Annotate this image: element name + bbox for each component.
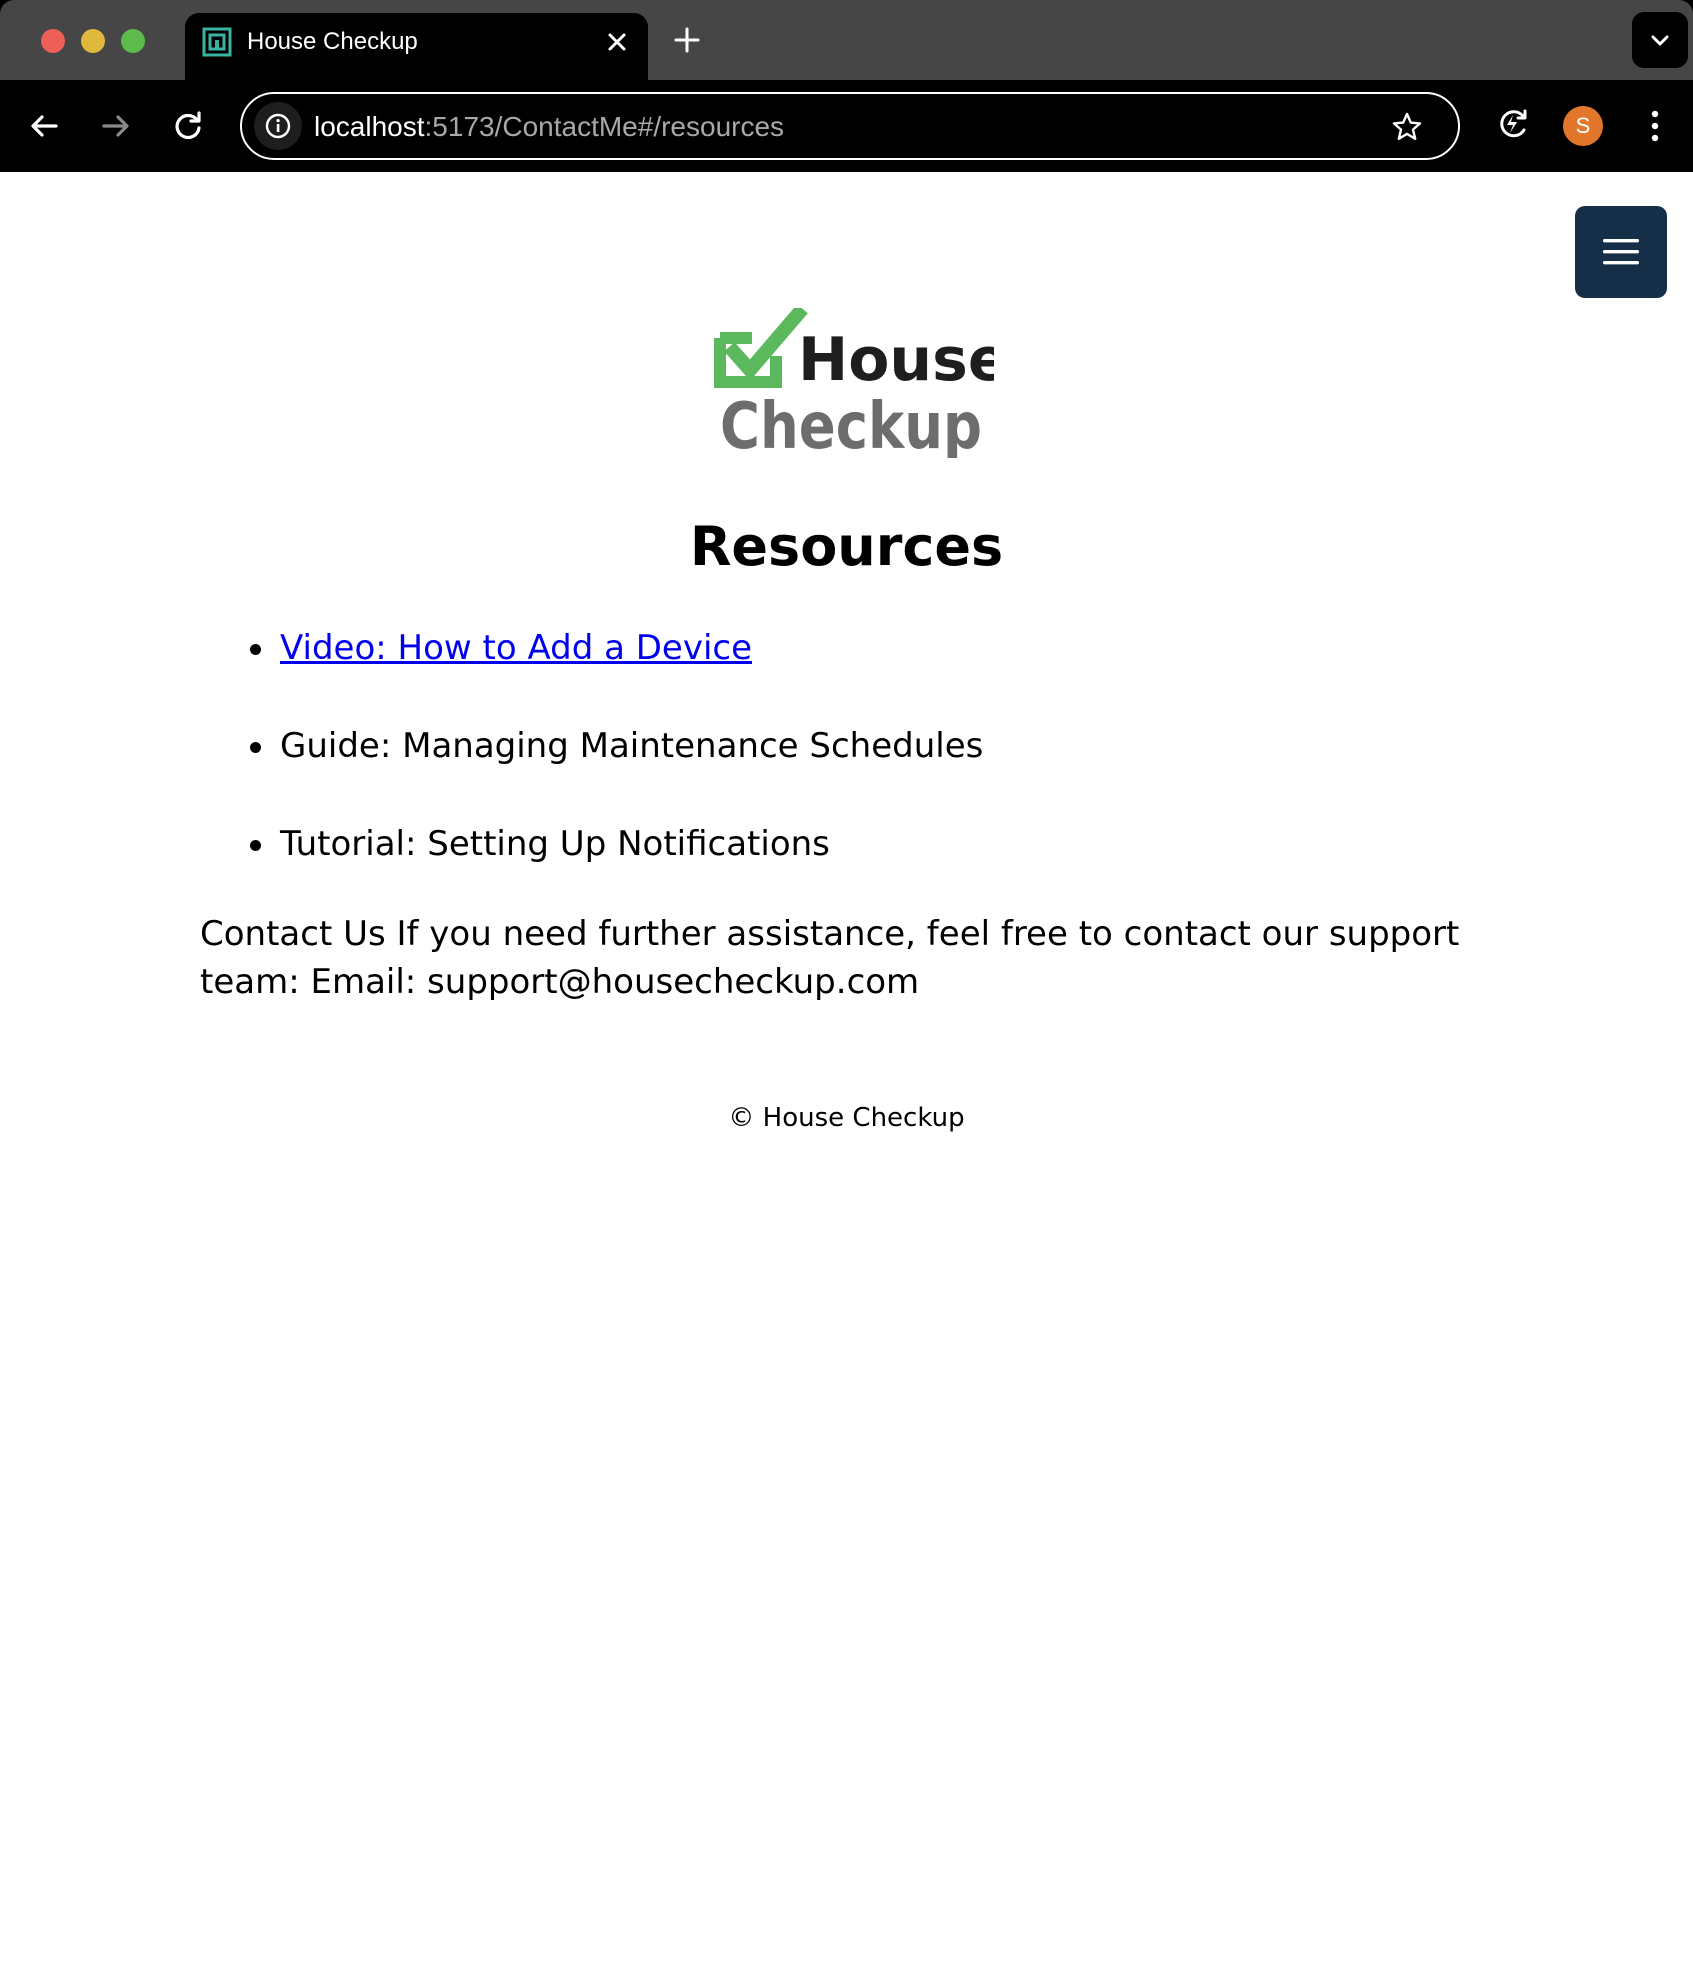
page-content: House Checkup Resources Video: How to Ad…	[0, 172, 1693, 1963]
bullet-icon	[250, 644, 261, 655]
resources-list: Video: How to Add a Device Guide: Managi…	[200, 624, 983, 918]
minimize-window-button[interactable]	[81, 29, 105, 53]
chevron-down-icon	[1651, 35, 1669, 46]
star-icon[interactable]	[1390, 110, 1424, 144]
list-item: Video: How to Add a Device	[200, 624, 983, 722]
back-arrow-icon[interactable]	[22, 104, 66, 148]
forward-arrow-icon[interactable]	[94, 104, 138, 148]
plus-icon[interactable]	[668, 21, 706, 59]
browser-toolbar: localhost:5173/ContactMe#/resources S	[0, 80, 1693, 172]
list-item: Tutorial: Setting Up Notifications	[200, 820, 983, 918]
logo-house-text: House	[798, 325, 994, 395]
list-item: Guide: Managing Maintenance Schedules	[200, 722, 983, 820]
contact-paragraph: Contact Us If you need further assistanc…	[200, 914, 1460, 1002]
browser-tab[interactable]: House Checkup	[185, 13, 648, 80]
url-host: localhost	[314, 111, 425, 142]
resource-item-guide: Guide: Managing Maintenance Schedules	[280, 726, 984, 766]
house-checkup-logo: House Checkup	[714, 308, 994, 458]
info-icon	[265, 113, 291, 139]
footer-copyright: © House Checkup	[728, 1103, 965, 1133]
maximize-window-button[interactable]	[121, 29, 145, 53]
reload-icon[interactable]	[166, 104, 210, 148]
close-icon[interactable]	[600, 25, 634, 59]
resource-item-tutorial: Tutorial: Setting Up Notifications	[280, 824, 830, 864]
tab-search-button[interactable]	[1632, 12, 1688, 68]
house-checkup-favicon	[202, 27, 232, 57]
menu-button[interactable]	[1575, 206, 1667, 298]
resource-link-video[interactable]: Video: How to Add a Device	[280, 628, 752, 668]
site-info-button[interactable]	[254, 102, 302, 150]
logo-checkup-text: Checkup	[720, 390, 982, 458]
address-bar[interactable]: localhost:5173/ContactMe#/resources	[240, 92, 1460, 160]
tab-strip: House Checkup	[0, 0, 1693, 80]
extension-icon[interactable]	[1492, 104, 1532, 144]
hamburger-menu-icon	[1603, 239, 1639, 265]
bullet-icon	[250, 840, 261, 851]
tab-title: House Checkup	[247, 28, 418, 55]
bullet-icon	[250, 742, 261, 753]
url-path: :5173/ContactMe#/resources	[424, 111, 785, 142]
close-window-button[interactable]	[41, 29, 65, 53]
url-text[interactable]: localhost:5173/ContactMe#/resources	[314, 109, 784, 145]
page-title: Resources	[689, 515, 1004, 578]
more-options-icon[interactable]	[1640, 104, 1670, 148]
profile-avatar[interactable]: S	[1563, 106, 1603, 146]
browser-window: House Checkup localhost:5173/ContactMe#/…	[0, 0, 1693, 172]
